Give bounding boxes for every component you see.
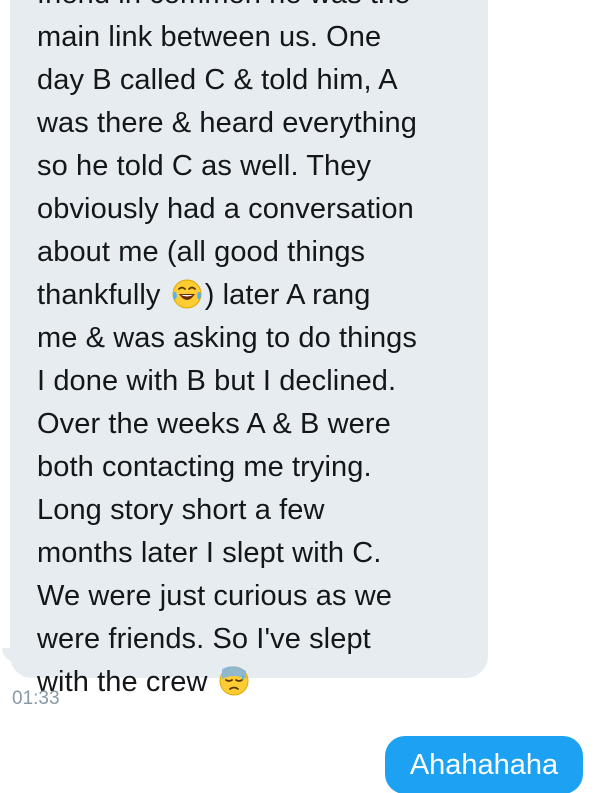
- message-fragment: thankfully: [37, 279, 161, 311]
- message-line: main link between us. One: [37, 21, 382, 53]
- message-line: so he told C as well. They: [37, 150, 372, 182]
- outgoing-message-bubble[interactable]: Ahahahaha: [385, 736, 583, 793]
- downcast-face-with-sweat-icon: [219, 666, 249, 696]
- face-with-tears-of-joy-icon: [172, 279, 202, 309]
- incoming-message-text: friend in common he was the main link be…: [37, 0, 487, 704]
- message-line: day B called C & told him, A: [37, 64, 398, 96]
- message-timestamp: 01:33: [12, 688, 60, 709]
- message-line-with-emoji: thankfully ) later A rang: [37, 274, 487, 317]
- message-line: obviously had a conversation: [37, 193, 414, 225]
- incoming-bubble-tail: [2, 648, 16, 662]
- incoming-message-bubble[interactable]: friend in common he was the main link be…: [10, 0, 488, 698]
- message-fragment: ) later A rang: [204, 279, 371, 311]
- message-line: Over the weeks A & B were: [37, 408, 391, 440]
- message-line: I done with B but I declined.: [37, 365, 397, 397]
- message-fragment: with the crew: [37, 666, 208, 698]
- message-line: were friends. So I've slept: [37, 623, 371, 655]
- message-line: Long story short a few: [37, 494, 325, 526]
- message-line: months later I slept with C.: [37, 537, 382, 569]
- message-line-with-emoji: with the crew: [37, 661, 487, 704]
- message-line: We were just curious as we: [37, 580, 393, 612]
- message-line: about me (all good things: [37, 236, 366, 268]
- message-line: both contacting me trying.: [37, 451, 372, 483]
- message-line: friend in common he was the: [37, 0, 487, 16]
- message-line: me & was asking to do things: [37, 322, 417, 354]
- chat-thread: friend in common he was the main link be…: [0, 0, 600, 793]
- message-line: was there & heard everything: [37, 107, 418, 139]
